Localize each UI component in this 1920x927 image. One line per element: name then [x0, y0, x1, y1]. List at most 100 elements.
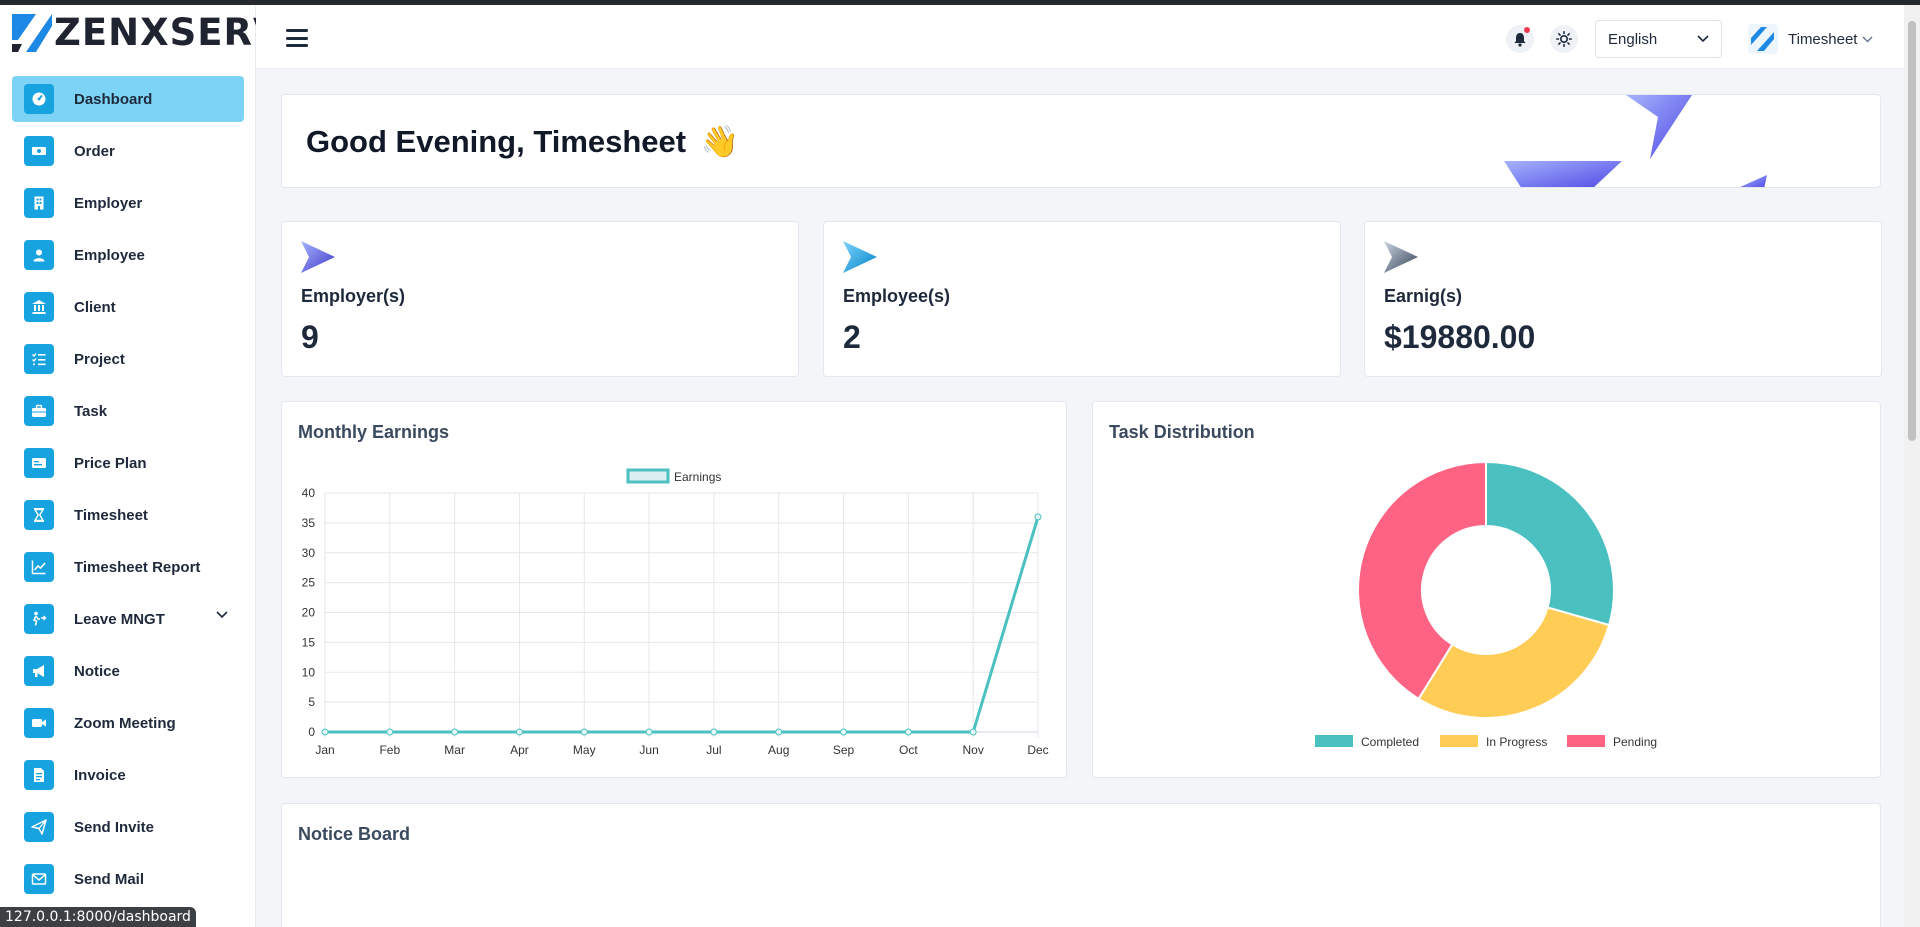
sidebar-item-label: Notice: [74, 662, 120, 680]
legend-item[interactable]: Pending: [1567, 735, 1657, 749]
y-tick-label: 40: [302, 486, 316, 500]
series-line-earnings: [325, 516, 1040, 734]
user-badge-icon: [24, 240, 54, 270]
sidebar-item-price-plan[interactable]: Price Plan: [12, 440, 244, 486]
video-camera-icon: [24, 708, 54, 738]
theme-toggle-button[interactable]: [1550, 25, 1578, 53]
data-point[interactable]: [645, 728, 653, 736]
chart-legend[interactable]: Earnings: [626, 468, 721, 484]
paper-plane-icon: [1384, 241, 1418, 273]
data-point[interactable]: [580, 728, 588, 736]
legend-item[interactable]: Completed: [1315, 735, 1419, 749]
data-point[interactable]: [904, 728, 912, 736]
sidebar-item-label: Employer: [74, 194, 143, 212]
notification-dot: [1524, 27, 1530, 33]
task-distribution-chart: Completed In Progress Pending: [1315, 460, 1657, 749]
data-point[interactable]: [775, 728, 783, 736]
sidebar-item-dashboard[interactable]: Dashboard: [12, 76, 244, 122]
y-tick-label: 30: [302, 546, 316, 560]
pie-slice-in-progress[interactable]: [1417, 606, 1611, 719]
stat-value: 9: [301, 319, 319, 355]
status-url-tooltip: 127.0.0.1:8000/dashboard: [0, 907, 196, 927]
legend-label: In Progress: [1486, 735, 1547, 749]
chevron-down-icon[interactable]: [216, 611, 228, 619]
sidebar-item-label: Send Mail: [74, 870, 145, 888]
sidebar-item-send-invite[interactable]: Send Invite: [12, 804, 244, 850]
employer-stat-card: Employer(s) 9: [281, 221, 799, 377]
sidebar-nav: Dashboard Order Employer Employee Client Proj…: [12, 76, 244, 908]
greeting-title: Good Evening, Timesheet 👋: [306, 123, 739, 160]
logo-mark-icon: [12, 14, 52, 52]
sidebar-item-employee[interactable]: Employee: [12, 232, 244, 278]
data-point[interactable]: [840, 728, 848, 736]
y-tick-label: 5: [308, 695, 315, 709]
sidebar-item-timesheet[interactable]: Timesheet: [12, 492, 244, 538]
megaphone-icon: [24, 656, 54, 686]
chevron-down-icon: [1862, 36, 1873, 42]
stat-value: 2: [843, 319, 861, 355]
x-tick-label: Dec: [1027, 743, 1048, 757]
sidebar-item-project[interactable]: Project: [12, 336, 244, 382]
language-value: English: [1608, 30, 1658, 48]
legend-swatch: [1315, 735, 1353, 747]
data-point[interactable]: [969, 728, 977, 736]
brand-logo[interactable]: ZENXSERV: [12, 12, 283, 54]
chevron-down-icon: [1697, 35, 1709, 43]
monthly-earnings-card: Monthly Earnings 0 5 10 15 20 25 30 35 40 Jan Feb M…: [281, 401, 1067, 778]
data-point[interactable]: [321, 728, 329, 736]
greeting-card: Good Evening, Timesheet 👋: [281, 94, 1881, 188]
data-point[interactable]: [386, 728, 394, 736]
price-card-icon: [24, 448, 54, 478]
legend-item[interactable]: In Progress: [1440, 735, 1547, 749]
paper-plane-icon: [301, 241, 335, 273]
x-tick-label: Oct: [899, 743, 918, 757]
data-point[interactable]: [1034, 513, 1042, 521]
dashboard-gauge-icon: [24, 84, 54, 114]
data-point[interactable]: [515, 728, 523, 736]
notification-button[interactable]: [1506, 25, 1534, 53]
sidebar-item-label: Dashboard: [74, 90, 153, 108]
top-header: English Timesheet: [256, 5, 1904, 69]
greeting-text: Good Evening, Timesheet: [306, 124, 687, 159]
envelope-icon: [24, 864, 54, 894]
sidebar-item-zoom-meeting[interactable]: Zoom Meeting: [12, 700, 244, 746]
paper-plane-icon: [843, 241, 877, 273]
file-invoice-icon: [24, 760, 54, 790]
sidebar: ZENXSERV Dashboard Order Employer Employee C…: [0, 5, 282, 927]
user-name: Timesheet: [1788, 30, 1858, 48]
building-icon: [24, 188, 54, 218]
sidebar-item-leave-mngt[interactable]: Leave MNGT: [12, 596, 244, 642]
sidebar-item-timesheet-report[interactable]: Timesheet Report: [12, 544, 244, 590]
menu-toggle-icon[interactable]: [286, 29, 308, 47]
sidebar-item-notice[interactable]: Notice: [12, 648, 244, 694]
sidebar-item-send-mail[interactable]: Send Mail: [12, 856, 244, 902]
notice-board-card: Notice Board: [281, 803, 1881, 927]
language-select[interactable]: English: [1595, 20, 1722, 58]
chart-gridlines: [324, 492, 1039, 738]
sidebar-item-label: Zoom Meeting: [74, 714, 176, 732]
legend-swatch: [1440, 735, 1478, 747]
y-tick-label: 10: [302, 665, 316, 679]
y-tick-label: 15: [302, 635, 316, 649]
page-scrollbar[interactable]: [1904, 5, 1920, 927]
x-tick-label: May: [573, 743, 596, 757]
paper-plane-icon: [24, 812, 54, 842]
x-tick-label: Feb: [379, 743, 400, 757]
waving-hand-emoji: 👋: [700, 124, 740, 159]
sidebar-item-client[interactable]: Client: [12, 284, 244, 330]
stat-label: Earnig(s): [1384, 286, 1463, 306]
sidebar-item-order[interactable]: Order: [12, 128, 244, 174]
scrollbar-thumb[interactable]: [1908, 21, 1916, 441]
pie-slice-completed[interactable]: [1485, 460, 1615, 627]
decorative-triangles: [1504, 95, 1767, 187]
sidebar-item-task[interactable]: Task: [12, 388, 244, 434]
user-menu[interactable]: Timesheet: [1748, 23, 1873, 55]
landmark-icon: [24, 292, 54, 322]
x-tick-label: Aug: [768, 743, 789, 757]
data-point[interactable]: [451, 728, 459, 736]
y-tick-label: 35: [302, 516, 316, 530]
line-chart-icon: [24, 552, 54, 582]
sidebar-item-employer[interactable]: Employer: [12, 180, 244, 226]
sidebar-item-invoice[interactable]: Invoice: [12, 752, 244, 798]
data-point[interactable]: [710, 728, 718, 736]
